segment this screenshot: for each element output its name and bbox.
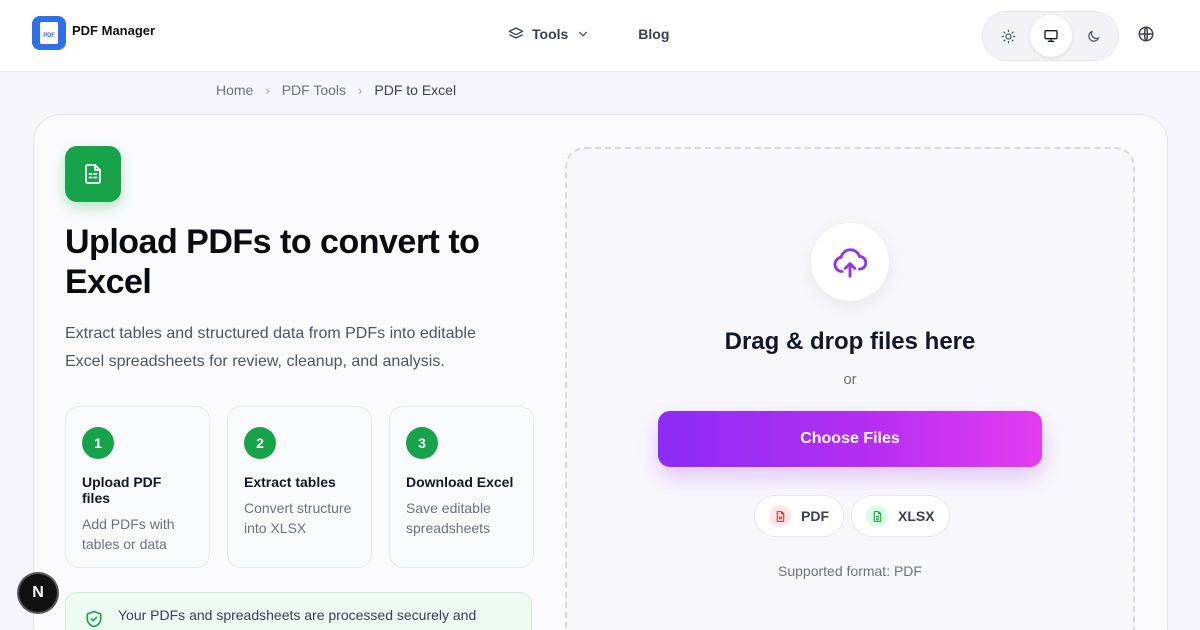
file-dropzone[interactable] [565, 147, 1135, 630]
nav-tools-label: Tools [532, 26, 569, 42]
step-card: 3 Download Excel Save editable spreadshe… [389, 406, 534, 568]
breadcrumb-pdf-tools[interactable]: PDF Tools [282, 82, 346, 98]
xlsx-file-icon [866, 505, 888, 527]
step-number: 1 [82, 427, 114, 459]
step-description: Save editable spreadsheets [406, 500, 491, 536]
theme-light-button[interactable] [987, 15, 1029, 57]
step-card: 2 Extract tables Convert structure into … [227, 406, 372, 568]
upload-cloud-icon [811, 223, 889, 301]
supported-format-text: Supported format: PDF [778, 563, 922, 579]
sun-icon [1001, 29, 1015, 43]
dropzone-or: or [843, 371, 857, 388]
step-description: Add PDFs with tables or data [82, 516, 175, 552]
step-description: Convert structure into XLSX [244, 500, 352, 536]
theme-toggle [982, 11, 1119, 61]
monitor-icon [1043, 29, 1058, 42]
chevron-right-icon: › [358, 82, 363, 98]
main-nav: Tools Blog [508, 26, 669, 42]
breadcrumb-current: PDF to Excel [374, 82, 457, 98]
layers-icon [508, 27, 524, 39]
format-chip-xlsx: XLSX [851, 495, 950, 537]
security-note: Your PDFs and spreadsheets are processed… [65, 592, 532, 630]
nav-blog-link[interactable]: Blog [638, 26, 669, 42]
step-title: Extract tables [244, 474, 336, 490]
spreadsheet-icon [65, 146, 121, 202]
chevron-right-icon: › [265, 82, 270, 98]
dropzone-title: Drag & drop files here [724, 328, 976, 355]
security-note-text: Your PDFs and spreadsheets are processed… [118, 607, 477, 623]
step-number: 3 [406, 427, 438, 459]
pdf-file-icon [769, 505, 791, 527]
chevron-down-icon [579, 31, 588, 37]
steps-list: 1 Upload PDF files Add PDFs with tables … [65, 406, 534, 568]
theme-system-button[interactable] [1029, 15, 1072, 57]
nav-tools-dropdown[interactable]: Tools [508, 26, 590, 42]
format-label: PDF [801, 508, 829, 524]
step-title: Upload PDF files [82, 474, 162, 506]
brand-logo[interactable]: PDF PDF Manager [32, 16, 155, 50]
format-label: XLSX [898, 508, 935, 524]
pdf-logo-icon: PDF [32, 16, 66, 50]
shield-check-icon [86, 610, 102, 628]
step-title: Download Excel [406, 474, 514, 490]
step-card: 1 Upload PDF files Add PDFs with tables … [65, 406, 210, 568]
breadcrumb: Home › PDF Tools › PDF to Excel [216, 82, 456, 98]
language-button[interactable] [1137, 25, 1155, 48]
breadcrumb-home[interactable]: Home [216, 82, 253, 98]
theme-dark-button[interactable] [1072, 15, 1114, 57]
page-description: Extract tables and structured data from … [65, 325, 476, 370]
brand-name: PDF Manager [72, 22, 156, 38]
top-header: PDF PDF Manager Tools Blog [0, 0, 1200, 72]
choose-files-button[interactable]: Choose Files [658, 411, 1042, 467]
moon-icon [1087, 29, 1100, 42]
dev-tools-badge[interactable]: N [19, 574, 57, 612]
globe-icon [1138, 26, 1154, 42]
logo-badge-text: PDF [43, 33, 55, 39]
format-chip-pdf: PDF [754, 495, 844, 537]
step-number: 2 [244, 427, 276, 459]
page-title: Upload PDFs to convert to Excel [65, 223, 480, 301]
